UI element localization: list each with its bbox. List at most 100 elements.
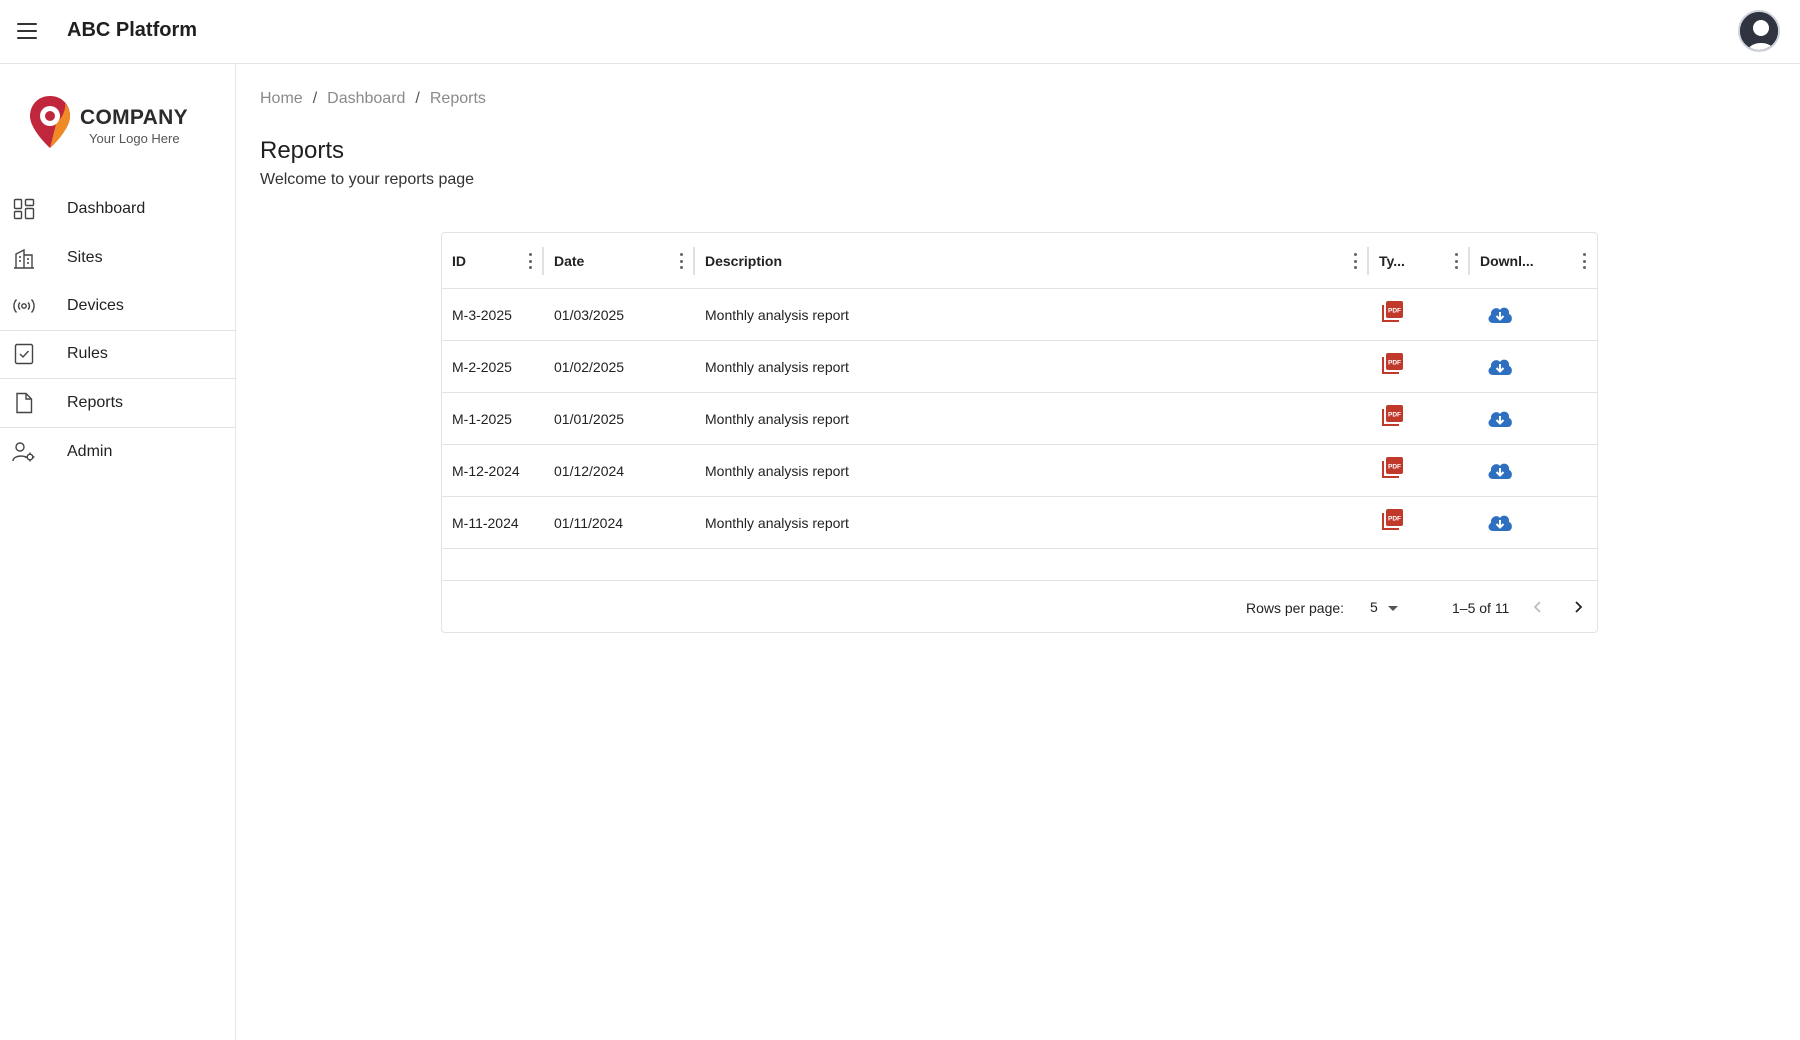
sidebar-item-devices[interactable]: Devices bbox=[0, 282, 236, 331]
sidebar-item-label: Reports bbox=[67, 393, 124, 411]
sidebar-item-label: Dashboard bbox=[67, 200, 146, 218]
broadcast-icon bbox=[12, 294, 36, 318]
sidebar-item-dashboard[interactable]: Dashboard bbox=[0, 185, 236, 234]
cell-date-text: 01/02/2025 bbox=[554, 359, 625, 375]
logo-company-name: COMPANY bbox=[80, 106, 188, 129]
cell-type: PDF bbox=[1369, 289, 1470, 341]
cell-date-text: 01/12/2024 bbox=[554, 463, 625, 479]
dashboard-grid-icon bbox=[12, 197, 36, 221]
cell-date-text: 01/01/2025 bbox=[554, 411, 625, 427]
cell-download bbox=[1470, 289, 1598, 341]
building-icon bbox=[12, 246, 36, 270]
cell-id: M-2-2025 bbox=[442, 341, 544, 393]
cell-description: Monthly analysis report bbox=[695, 393, 1369, 445]
cloud-download-icon[interactable] bbox=[1486, 459, 1514, 481]
sidebar-item-admin[interactable]: Admin bbox=[0, 428, 236, 477]
cloud-download-icon[interactable] bbox=[1486, 407, 1514, 429]
cell-description-text: Monthly analysis report bbox=[705, 411, 849, 427]
svg-text:PDF: PDF bbox=[1388, 360, 1401, 367]
sidebar-item-rules[interactable]: Rules bbox=[0, 331, 236, 379]
pdf-icon: PDF bbox=[1382, 353, 1403, 374]
company-logo: COMPANY Your Logo Here bbox=[28, 94, 208, 156]
chevron-down-icon bbox=[1388, 606, 1398, 611]
column-header-id[interactable]: ID bbox=[442, 233, 544, 289]
rows-per-page-label: Rows per page: bbox=[1246, 600, 1345, 616]
column-menu-icon[interactable] bbox=[1353, 253, 1357, 269]
table-pagination: Rows per page: 5 1–5 of 11 bbox=[442, 580, 1597, 634]
sidebar-item-sites[interactable]: Sites bbox=[0, 234, 236, 283]
cell-date: 01/03/2025 bbox=[544, 289, 695, 341]
logo-pin-icon bbox=[30, 96, 70, 148]
sidebar-item-label: Admin bbox=[67, 442, 113, 460]
user-gear-icon bbox=[12, 440, 36, 464]
cell-description-text: Monthly analysis report bbox=[705, 463, 849, 479]
sidebar-item-reports[interactable]: Reports bbox=[0, 379, 236, 428]
sidebar-item-label: Rules bbox=[67, 345, 108, 363]
cell-id: M-12-2024 bbox=[442, 445, 544, 497]
column-header-label: ID bbox=[452, 253, 466, 269]
cell-download bbox=[1470, 341, 1598, 393]
breadcrumb-home[interactable]: Home bbox=[260, 90, 303, 108]
rows-per-page-select[interactable]: 5 bbox=[1367, 598, 1403, 618]
next-page-button[interactable] bbox=[1566, 595, 1590, 619]
checklist-icon bbox=[12, 342, 36, 366]
table-row[interactable]: M-12-2024 01/12/2024 Monthly analysis re… bbox=[442, 445, 1597, 497]
cloud-download-icon[interactable] bbox=[1486, 355, 1514, 377]
cell-download bbox=[1470, 393, 1598, 445]
cell-date-text: 01/03/2025 bbox=[554, 307, 625, 323]
cell-id-text: M-12-2024 bbox=[452, 463, 520, 479]
column-header-label: Description bbox=[705, 253, 783, 269]
cell-id-text: M-11-2024 bbox=[452, 515, 519, 531]
pagination-range: 1–5 of 11 bbox=[1452, 600, 1510, 616]
cell-id: M-3-2025 bbox=[442, 289, 544, 341]
cell-download bbox=[1470, 497, 1598, 549]
menu-icon[interactable] bbox=[14, 18, 42, 44]
chevron-right-icon bbox=[1575, 601, 1583, 613]
column-menu-icon[interactable] bbox=[528, 253, 532, 269]
breadcrumb-reports: Reports bbox=[429, 90, 486, 107]
pdf-icon: PDF bbox=[1382, 301, 1403, 322]
svg-text:PDF: PDF bbox=[1388, 516, 1401, 523]
cloud-download-icon[interactable] bbox=[1486, 303, 1514, 325]
column-menu-icon[interactable] bbox=[1582, 253, 1586, 269]
column-header-description[interactable]: Description bbox=[695, 233, 1369, 289]
document-icon bbox=[12, 391, 36, 415]
cell-date: 01/11/2024 bbox=[544, 497, 695, 549]
column-header-date[interactable]: Date bbox=[544, 233, 695, 289]
svg-text:PDF: PDF bbox=[1388, 308, 1401, 315]
svg-text:PDF: PDF bbox=[1388, 464, 1401, 471]
svg-text:PDF: PDF bbox=[1388, 412, 1401, 419]
page-title: Reports bbox=[260, 137, 345, 164]
breadcrumb-separator: / bbox=[415, 90, 420, 107]
column-header-download[interactable]: Downl... bbox=[1470, 233, 1598, 289]
column-header-type[interactable]: Ty... bbox=[1369, 233, 1470, 289]
cell-description: Monthly analysis report bbox=[695, 341, 1369, 393]
pdf-icon: PDF bbox=[1382, 509, 1403, 530]
rows-per-page-value: 5 bbox=[1370, 599, 1378, 615]
column-menu-icon[interactable] bbox=[679, 253, 683, 269]
pdf-icon: PDF bbox=[1382, 405, 1403, 426]
sidebar: COMPANY Your Logo Here Dashboard Sites D… bbox=[0, 64, 236, 1040]
page-subtitle: Welcome to your reports page bbox=[260, 171, 475, 188]
column-header-label: Date bbox=[554, 253, 585, 269]
cell-date-text: 01/11/2024 bbox=[554, 515, 624, 531]
column-menu-icon[interactable] bbox=[1454, 253, 1458, 269]
table-row[interactable]: M-11-2024 01/11/2024 Monthly analysis re… bbox=[442, 497, 1597, 549]
cell-description: Monthly analysis report bbox=[695, 289, 1369, 341]
table-header: ID Date Description Ty... Downl... bbox=[442, 233, 1597, 289]
app-bar: ABC Platform bbox=[0, 0, 1800, 64]
chevron-left-icon bbox=[1533, 601, 1541, 613]
table-row[interactable]: M-3-2025 01/03/2025 Monthly analysis rep… bbox=[442, 289, 1597, 341]
cloud-download-icon[interactable] bbox=[1486, 511, 1514, 533]
previous-page-button[interactable] bbox=[1526, 595, 1550, 619]
table-row[interactable]: M-1-2025 01/01/2025 Monthly analysis rep… bbox=[442, 393, 1597, 445]
breadcrumb-separator: / bbox=[312, 90, 318, 107]
cell-date: 01/12/2024 bbox=[544, 445, 695, 497]
logo-tagline: Your Logo Here bbox=[89, 131, 180, 146]
cell-id-text: M-1-2025 bbox=[452, 411, 512, 427]
breadcrumb: Home / Dashboard / Reports bbox=[260, 90, 486, 108]
breadcrumb-dashboard[interactable]: Dashboard bbox=[327, 90, 405, 108]
cell-id-text: M-2-2025 bbox=[452, 359, 512, 375]
table-row[interactable]: M-2-2025 01/02/2025 Monthly analysis rep… bbox=[442, 341, 1597, 393]
user-avatar-icon[interactable] bbox=[1738, 10, 1780, 52]
